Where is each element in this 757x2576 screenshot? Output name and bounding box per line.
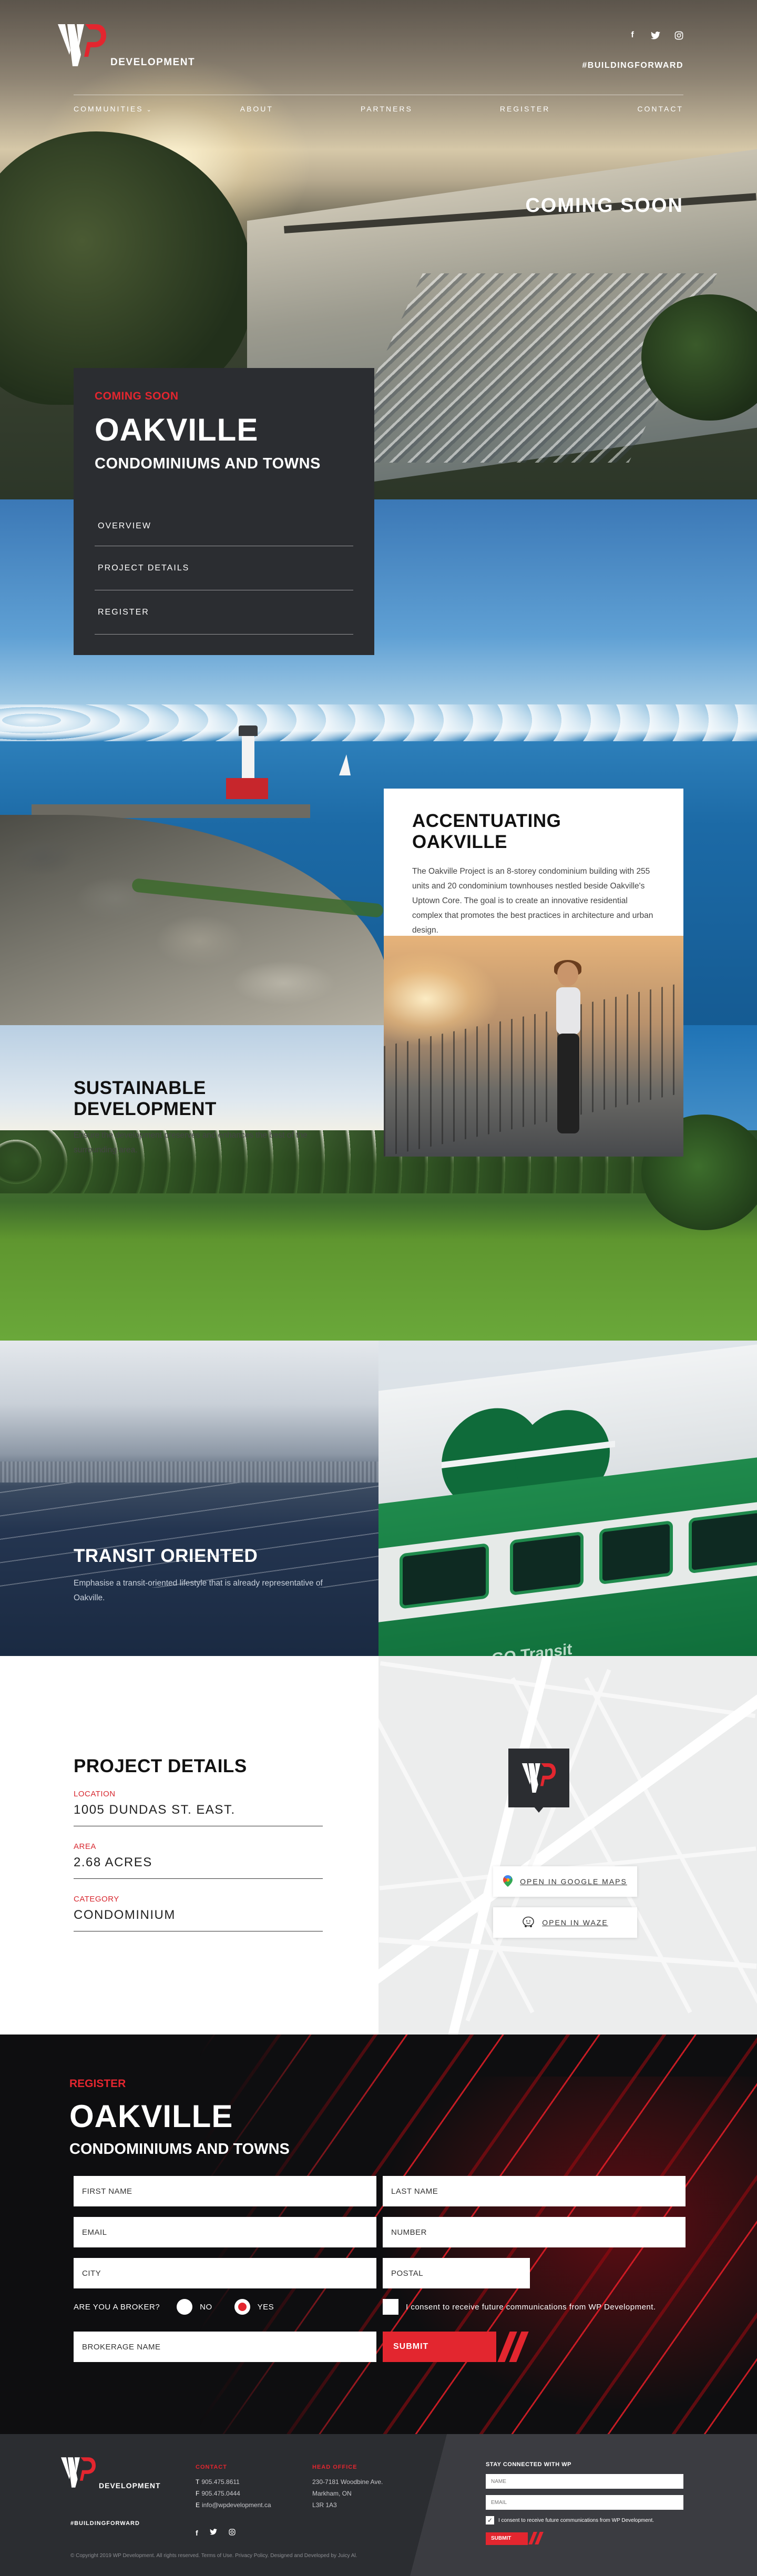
transit-title: TRANSIT ORIENTED: [74, 1546, 258, 1566]
main-nav: COMMUNITIES ⌄ ABOUT PARTNERS REGISTER CON…: [74, 95, 683, 119]
register-eyebrow: REGISTER: [69, 2078, 126, 2090]
footer-email-link[interactable]: info@wpdevelopment.ca: [202, 2501, 271, 2509]
footer-logo-text: DEVELOPMENT: [99, 2481, 161, 2490]
hero-card-menu: OVERVIEW PROJECT DETAILS REGISTER: [95, 516, 353, 635]
transit-body: Emphasise a transit-oriented lifestyle t…: [74, 1579, 323, 1602]
newsletter-consent-checkbox[interactable]: ✓: [486, 2516, 494, 2524]
nav-contact[interactable]: CONTACT: [637, 105, 683, 113]
consent-label: I consent to receive future communicatio…: [406, 2302, 656, 2312]
footer-contact: CONTACT T 905.475.8611 F 905.475.0444 Einf…: [196, 2464, 271, 2509]
facebook-icon[interactable]: f: [196, 2529, 198, 2538]
sustainable-body: Ensure the development preserves and enh…: [74, 1131, 308, 1154]
transit-section: TRANSIT ORIENTED Emphasise a transit-ori…: [0, 1341, 757, 1656]
facebook-icon[interactable]: f: [628, 30, 637, 40]
broker-no-radio[interactable]: [177, 2299, 193, 2315]
broker-yes-radio[interactable]: [234, 2299, 250, 2315]
wp-development-logo[interactable]: DEVELOPMENT: [58, 24, 195, 71]
hero-coming-soon: COMING SOON: [525, 195, 683, 217]
open-google-maps-button[interactable]: OPEN IN GOOGLE MAPS: [493, 1866, 637, 1897]
broker-question-row: ARE YOU A BROKER? NO YES: [74, 2299, 274, 2315]
consent-row: I consent to receive future communicatio…: [383, 2299, 656, 2315]
hero-card-subtitle: CONDOMINIUMS AND TOWNS: [95, 455, 321, 472]
hero-card: COMING SOON OAKVILLE CONDOMINIUMS AND TO…: [74, 368, 374, 655]
newsletter-form: STAY CONNECTED WITH WP ✓ I consent to re…: [486, 2461, 686, 2545]
rocky-shore-image: [0, 815, 389, 1025]
footer-logo[interactable]: DEVELOPMENT: [61, 2457, 166, 2494]
instagram-icon[interactable]: [674, 30, 683, 40]
hero-card-eyebrow: COMING SOON: [95, 390, 179, 402]
project-details-title: PROJECT DETAILS: [74, 1756, 247, 1776]
header: DEVELOPMENT f #BUILDINGFORWARD: [0, 0, 757, 84]
location-map[interactable]: OPEN IN GOOGLE MAPS OPEN IN WAZE: [378, 1656, 757, 2035]
go-train-image: GO Transit: [378, 1341, 757, 1656]
menu-overview[interactable]: OVERVIEW: [95, 516, 353, 546]
footer-phone[interactable]: 905.475.8611: [201, 2478, 240, 2486]
google-maps-icon: [503, 1875, 513, 1888]
nav-partners[interactable]: PARTNERS: [361, 105, 413, 113]
wp-logo-icon: [58, 24, 106, 66]
location-pin-icon: [508, 1749, 569, 1813]
newsletter-submit-button[interactable]: SUBMIT: [486, 2532, 528, 2545]
sustainable-title: SUSTAINABLE DEVELOPMENT: [74, 1078, 217, 1119]
twitter-icon[interactable]: [209, 2529, 217, 2538]
highway-image: TRANSIT ORIENTED Emphasise a transit-ori…: [0, 1341, 378, 1656]
hashtag: #BUILDINGFORWARD: [582, 61, 683, 70]
broker-yes-label: YES: [257, 2302, 274, 2312]
register-title: OAKVILLE: [69, 2099, 233, 2134]
detail-category: CATEGORY CONDOMINIUM: [74, 1895, 323, 1931]
newsletter-name-field[interactable]: [486, 2474, 683, 2489]
number-field[interactable]: [383, 2217, 686, 2247]
postal-field[interactable]: [383, 2258, 530, 2288]
open-waze-button[interactable]: OPEN IN WAZE: [493, 1907, 637, 1938]
footer-fax: 905.475.0444: [201, 2490, 240, 2497]
register-submit-button[interactable]: SUBMIT: [383, 2332, 496, 2362]
wp-logo-icon: [61, 2457, 96, 2488]
newsletter-email-field[interactable]: [486, 2495, 683, 2510]
copyright: © Copyright 2019 WP Development. All rig…: [70, 2553, 357, 2559]
brokerage-name-field[interactable]: [74, 2332, 376, 2362]
instagram-icon[interactable]: [229, 2529, 236, 2538]
accentuating-card: ACCENTUATING OAKVILLE The Oakville Proje…: [384, 789, 683, 936]
register-subtitle: CONDOMINIUMS AND TOWNS: [69, 2141, 290, 2158]
footer-social-links: f: [196, 2529, 236, 2538]
wp-logo-icon: [521, 1763, 556, 1793]
nav-about[interactable]: ABOUT: [240, 105, 273, 113]
menu-project-details[interactable]: PROJECT DETAILS: [95, 546, 353, 590]
lighthouse-image: [242, 731, 254, 778]
newsletter-title: STAY CONNECTED WITH WP: [486, 2461, 571, 2468]
last-name-field[interactable]: [383, 2176, 686, 2206]
footer: DEVELOPMENT #BUILDINGFORWARD CONTACT T 90…: [0, 2434, 757, 2576]
chevron-down-icon: ⌄: [146, 106, 153, 113]
broker-no-label: NO: [200, 2302, 212, 2312]
detail-area: AREA 2.68 ACRES: [74, 1842, 323, 1879]
footer-hashtag: #BUILDINGFORWARD: [70, 2520, 140, 2527]
footer-head-office: HEAD OFFICE 230-7181 Woodbine Ave. Markh…: [312, 2464, 383, 2509]
accentuating-body: The Oakville Project is an 8-storey cond…: [412, 867, 653, 935]
runner-image: [384, 936, 683, 1157]
sailboat-image: [339, 754, 351, 775]
waze-icon: [522, 1916, 535, 1929]
register-section: REGISTER OAKVILLE CONDOMINIUMS AND TOWNS…: [0, 2035, 757, 2434]
accentuating-title: ACCENTUATING OAKVILLE: [412, 811, 561, 852]
broker-question-label: ARE YOU A BROKER?: [74, 2302, 160, 2312]
first-name-field[interactable]: [74, 2176, 376, 2206]
nav-register[interactable]: REGISTER: [500, 105, 550, 113]
hero-card-title: OAKVILLE: [95, 412, 259, 447]
newsletter-consent-label: I consent to receive future communicatio…: [498, 2517, 654, 2523]
email-field[interactable]: [74, 2217, 376, 2247]
nav-communities[interactable]: COMMUNITIES ⌄: [74, 105, 153, 113]
consent-checkbox[interactable]: [383, 2299, 398, 2315]
detail-location: LOCATION 1005 DUNDAS ST. EAST.: [74, 1790, 323, 1826]
city-field[interactable]: [74, 2258, 376, 2288]
logo-text: DEVELOPMENT: [110, 57, 196, 68]
twitter-icon[interactable]: [651, 30, 660, 40]
social-links: f: [628, 30, 683, 40]
project-details-section: PROJECT DETAILS LOCATION 1005 DUNDAS ST.…: [0, 1656, 757, 2035]
menu-register[interactable]: REGISTER: [95, 590, 353, 635]
